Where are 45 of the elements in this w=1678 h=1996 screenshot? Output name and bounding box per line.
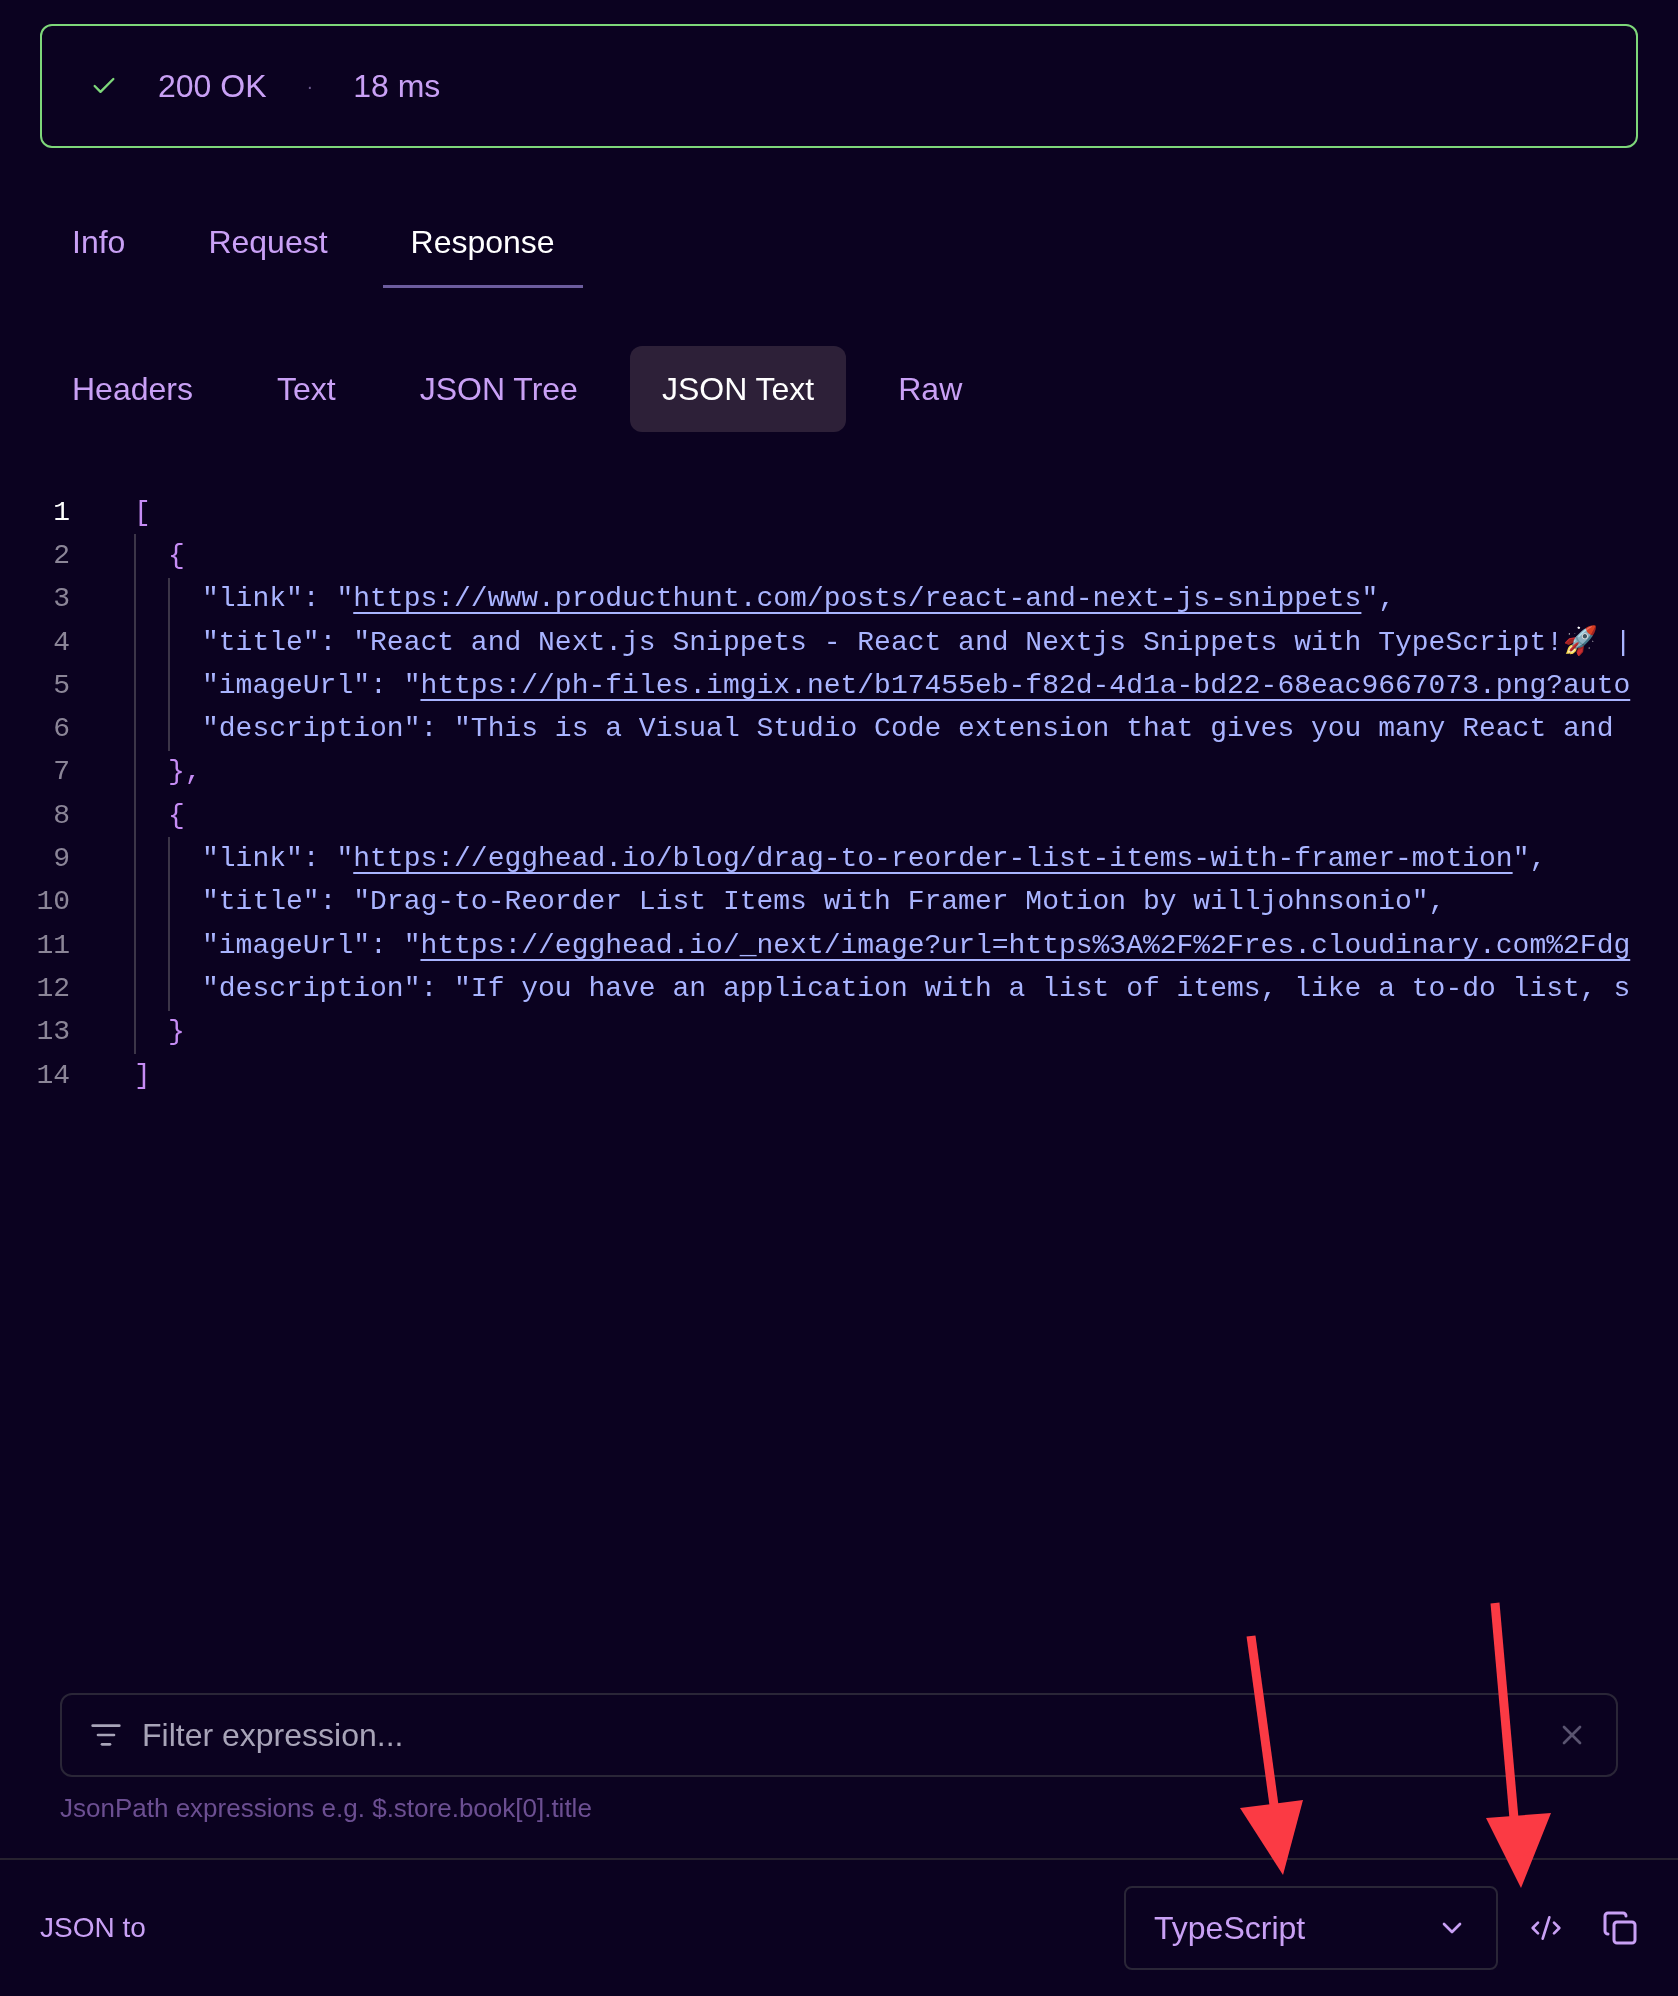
code-line: ] bbox=[134, 1058, 151, 1093]
view-tab[interactable]: Text bbox=[244, 346, 368, 432]
line-number: 8 bbox=[52, 798, 70, 833]
line-number: 9 bbox=[52, 842, 70, 876]
view-tab[interactable]: JSON Text bbox=[629, 346, 847, 432]
line-number: 7 bbox=[52, 755, 70, 790]
copy-icon[interactable] bbox=[1602, 1910, 1638, 1946]
code-line: "description": "This is a Visual Studio Code extension that gives you many React and bbox=[202, 712, 1614, 747]
filter-hint: JsonPath expressions e.g. $.store.book[0].title bbox=[60, 1792, 593, 1825]
line-number: 2 bbox=[52, 538, 70, 573]
line-number: 12 bbox=[35, 971, 70, 1006]
separator-dot: · bbox=[306, 74, 314, 99]
code-line: "link": "https://www.producthunt.com/posts/react-and-next-js-snippets", bbox=[202, 582, 1395, 617]
line-number: 3 bbox=[52, 582, 70, 617]
code-line: "link": "https://egghead.io/blog/drag-to-reorder-list-items-with-framer-motion", bbox=[202, 842, 1547, 876]
view-tab[interactable]: Raw bbox=[866, 346, 995, 432]
language-dropdown[interactable]: TypeScript bbox=[1124, 1886, 1498, 1970]
line-number: 13 bbox=[35, 1015, 70, 1050]
filter-input[interactable]: Filter expression... bbox=[142, 1711, 1536, 1759]
filter-field[interactable]: Filter expression... bbox=[60, 1693, 1618, 1777]
line-number: 5 bbox=[52, 668, 70, 703]
code-line: [ bbox=[134, 495, 151, 530]
code-line: "imageUrl": "https://egghead.io/_next/image?url=https%3A%2F%2Fres.cloudinary.com%2Fdg bbox=[202, 928, 1631, 963]
code-line: "imageUrl": "https://ph-files.imgix.net/b17455eb-f82d-4d1a-bd22-68eac9667073.png?auto bbox=[202, 668, 1631, 703]
code-line: "description": "If you have an application with a list of items, like a to-do list, s bbox=[202, 971, 1631, 1006]
view-tab[interactable]: JSON Tree bbox=[387, 346, 610, 432]
tab[interactable]: Request bbox=[180, 198, 356, 288]
tab[interactable]: Response bbox=[382, 198, 583, 288]
line-number: 4 bbox=[52, 625, 70, 660]
line-number: 11 bbox=[35, 928, 70, 963]
code-line: { bbox=[168, 798, 185, 833]
tab[interactable]: Info bbox=[44, 198, 154, 288]
response-time: 18 ms bbox=[353, 67, 441, 106]
code-line: "title": "React and Next.js Snippets - React and Nextjs Snippets with TypeScript!🚀 | bbox=[202, 624, 1632, 660]
status-code: 200 OK bbox=[158, 67, 267, 106]
code-line: }, bbox=[168, 755, 202, 790]
view-tab[interactable]: Headers bbox=[40, 346, 225, 432]
footer-label: JSON to bbox=[40, 1911, 146, 1945]
line-number: 14 bbox=[35, 1058, 70, 1093]
line-number: 1 bbox=[52, 495, 70, 530]
code-line: "title": "Drag-to-Reorder List Items with Framer Motion by willjohnsonio", bbox=[202, 885, 1446, 920]
line-number: 6 bbox=[52, 712, 70, 747]
code-line: { bbox=[168, 538, 185, 573]
code-line: } bbox=[168, 1015, 185, 1050]
line-number: 10 bbox=[35, 885, 70, 920]
